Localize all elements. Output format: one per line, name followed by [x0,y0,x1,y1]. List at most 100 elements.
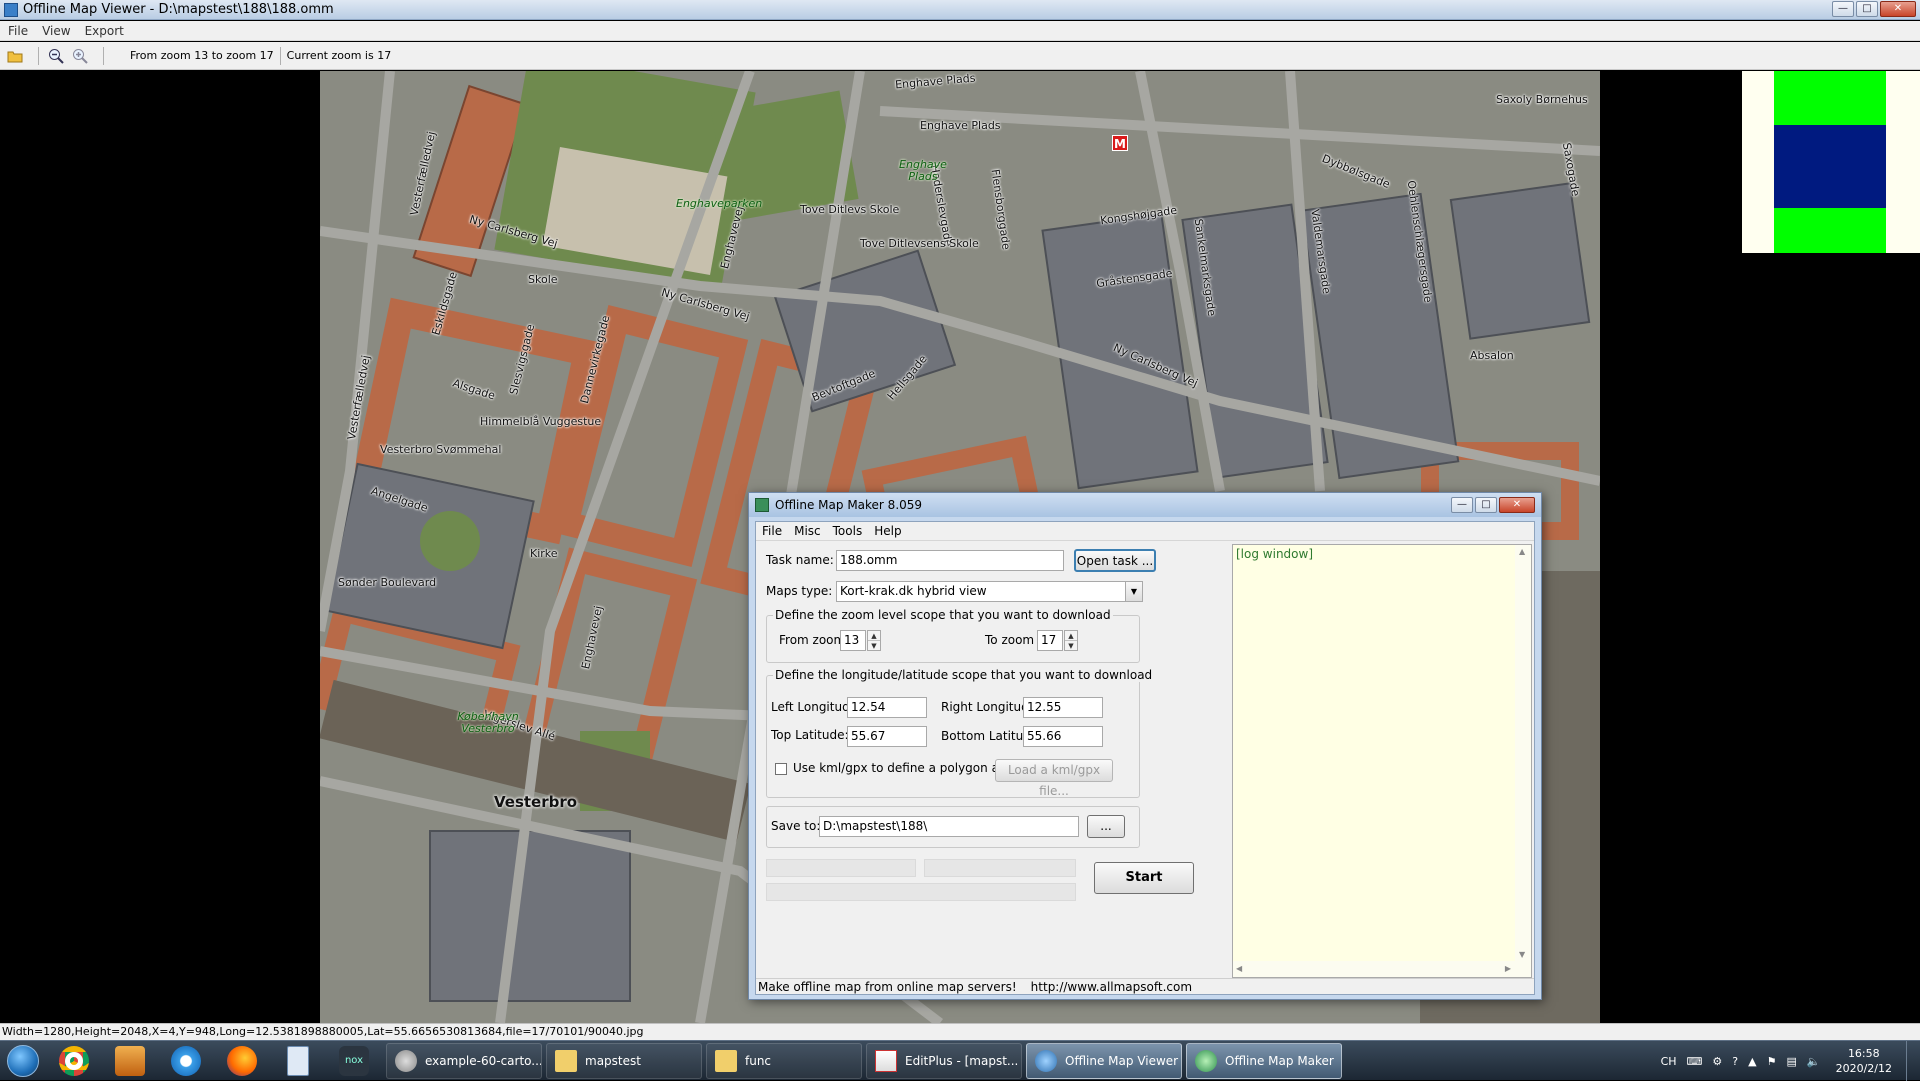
maker-menu-help[interactable]: Help [874,524,901,538]
street-label: Kirke [530,547,558,560]
right-longitude-input[interactable]: 12.55 [1023,697,1103,718]
load-kml-button[interactable]: Load a kml/gpx file... [995,759,1113,798]
notepad-pin[interactable] [270,1041,326,1081]
nox-icon: nox [339,1045,369,1076]
task-editplus[interactable]: EditPlus - [mapst... [866,1042,1022,1079]
maker-status-text: Make offline map from online map servers… [758,980,1017,994]
to-zoom-input[interactable]: 17 [1037,630,1063,651]
log-horizontal-scrollbar[interactable]: ◀ ▶ [1233,961,1531,977]
editplus-icon [875,1049,897,1072]
start-button[interactable]: Start [1094,862,1194,894]
street-label: Saxoly Børnehus [1496,93,1588,106]
menu-file[interactable]: File [8,24,28,38]
maker-statusbar: Make offline map from online map servers… [756,978,1534,996]
zoom-preview-panel [1742,71,1920,253]
log-window[interactable]: [log window] ▲ ▼ ◀ ▶ [1232,544,1532,978]
maker-minimize-button[interactable]: — [1451,497,1473,513]
maximize-button[interactable]: □ [1856,1,1878,17]
zoom-scope-group: Define the zoom level scope that you wan… [766,608,1140,663]
start-menu-button[interactable] [0,1041,46,1081]
task-offline-map-maker[interactable]: Offline Map Maker [1186,1042,1342,1079]
task-name-input[interactable]: 188.omm [836,550,1064,571]
viewer-statusbar: Width=1280,Height=2048,X=4,Y=948,Long=12… [0,1023,1920,1040]
street-label: Absalon [1470,349,1514,362]
scroll-down-icon[interactable]: ▼ [1519,950,1525,959]
save-to-input[interactable]: D:\mapstest\188\ [819,816,1079,837]
menu-export[interactable]: Export [85,24,124,38]
menu-view[interactable]: View [42,24,70,38]
nox-pin[interactable]: nox [326,1041,382,1081]
settings-icon[interactable]: ⚙ [1712,1055,1722,1068]
zoom-in-icon[interactable] [71,47,89,65]
street-label: Vesterbro Svømmehal [380,443,502,456]
use-kml-label: Use kml/gpx to define a polygon area [793,761,1019,775]
task-label: Offline Map Viewer [1065,1053,1179,1068]
progress-bar-1 [766,859,916,877]
firefox-pin[interactable] [214,1041,270,1081]
open-folder-icon[interactable] [6,47,24,65]
expand-tray-icon[interactable]: ▲ [1748,1055,1756,1068]
task-func[interactable]: func [706,1042,862,1079]
task-example-carto[interactable]: example-60-carto... [386,1042,542,1079]
open-task-button[interactable]: Open task ... [1074,549,1156,572]
media-player-pin[interactable] [102,1041,158,1081]
network-icon[interactable]: ▤ [1786,1055,1796,1068]
folder-icon [715,1049,737,1072]
scroll-left-icon[interactable]: ◀ [1236,964,1242,973]
chrome-pin[interactable] [46,1041,102,1081]
street-label: Tove Ditlevsens Skole [860,237,979,250]
coordinate-scope-legend: Define the longitude/latitude scope that… [773,668,1155,682]
viewer-app-icon [4,2,18,17]
firefox-icon [227,1045,257,1076]
log-text: [log window] [1236,547,1313,561]
from-zoom-stepper[interactable]: ▲ ▼ [867,630,881,651]
task-label: Offline Map Maker [1225,1053,1334,1068]
flag-icon[interactable]: ⚑ [1767,1055,1777,1068]
task-label: example-60-carto... [425,1053,542,1068]
minimize-button[interactable]: — [1832,1,1854,17]
internet-explorer-pin[interactable] [158,1041,214,1081]
task-mapstest[interactable]: mapstest [546,1042,702,1079]
coordinate-scope-group: Define the longitude/latitude scope that… [766,668,1155,798]
use-kml-checkbox[interactable] [775,763,787,775]
clock[interactable]: 16:58 2020/2/12 [1836,1046,1892,1076]
maker-menu-misc[interactable]: Misc [794,524,821,538]
left-longitude-input[interactable]: 12.54 [847,697,927,718]
keyboard-icon[interactable]: ⌨ [1687,1055,1703,1068]
input-language[interactable]: CH [1661,1055,1677,1068]
chrome-icon [59,1045,89,1076]
street-label: Himmelblå Vuggestue [480,415,602,428]
viewer-titlebar: Offline Map Viewer - D:\mapstest\188\188… [0,0,1920,20]
task-offline-map-viewer[interactable]: Offline Map Viewer [1026,1042,1182,1079]
task-label: EditPlus - [mapst... [905,1053,1019,1068]
chevron-down-icon[interactable]: ▼ [1125,582,1142,601]
maker-maximize-button[interactable]: □ [1475,497,1497,513]
python-icon [395,1049,417,1072]
volume-icon[interactable]: 🔈 [1807,1055,1821,1068]
save-to-group: Save to: D:\mapstest\188\ ... [766,806,1140,848]
scroll-up-icon[interactable]: ▲ [1519,547,1525,556]
bottom-latitude-input[interactable]: 55.66 [1023,726,1103,747]
maker-close-button[interactable]: ✕ [1499,497,1535,513]
preview-band-bottom [1774,208,1886,253]
scroll-right-icon[interactable]: ▶ [1505,964,1511,973]
globe-icon [1035,1049,1057,1072]
maker-menu-tools[interactable]: Tools [833,524,863,538]
browse-button[interactable]: ... [1087,815,1125,838]
from-zoom-label: From zoom [779,633,846,647]
maps-type-select[interactable]: Kort-krak.dk hybrid view ▼ [836,581,1143,602]
maker-status-url[interactable]: http://www.allmapsoft.com [1031,979,1192,996]
log-vertical-scrollbar[interactable]: ▲ ▼ [1515,545,1531,977]
to-zoom-stepper[interactable]: ▲ ▼ [1064,630,1078,651]
close-button[interactable]: ✕ [1880,1,1916,17]
top-latitude-input[interactable]: 55.67 [847,726,927,747]
windows-logo-icon [7,1044,39,1077]
show-desktop-button[interactable] [1906,1041,1920,1081]
from-zoom-input[interactable]: 13 [840,630,866,651]
viewer-toolbar: From zoom 13 to zoom 17 Current zoom is … [0,42,1920,70]
zoom-out-icon[interactable] [47,47,65,65]
offline-map-maker-window: Offline Map Maker 8.059 — □ ✕ File Misc … [748,492,1542,1000]
maker-menu-file[interactable]: File [762,524,782,538]
maker-titlebar: Offline Map Maker 8.059 [749,493,1541,517]
help-icon[interactable]: ? [1732,1055,1738,1068]
